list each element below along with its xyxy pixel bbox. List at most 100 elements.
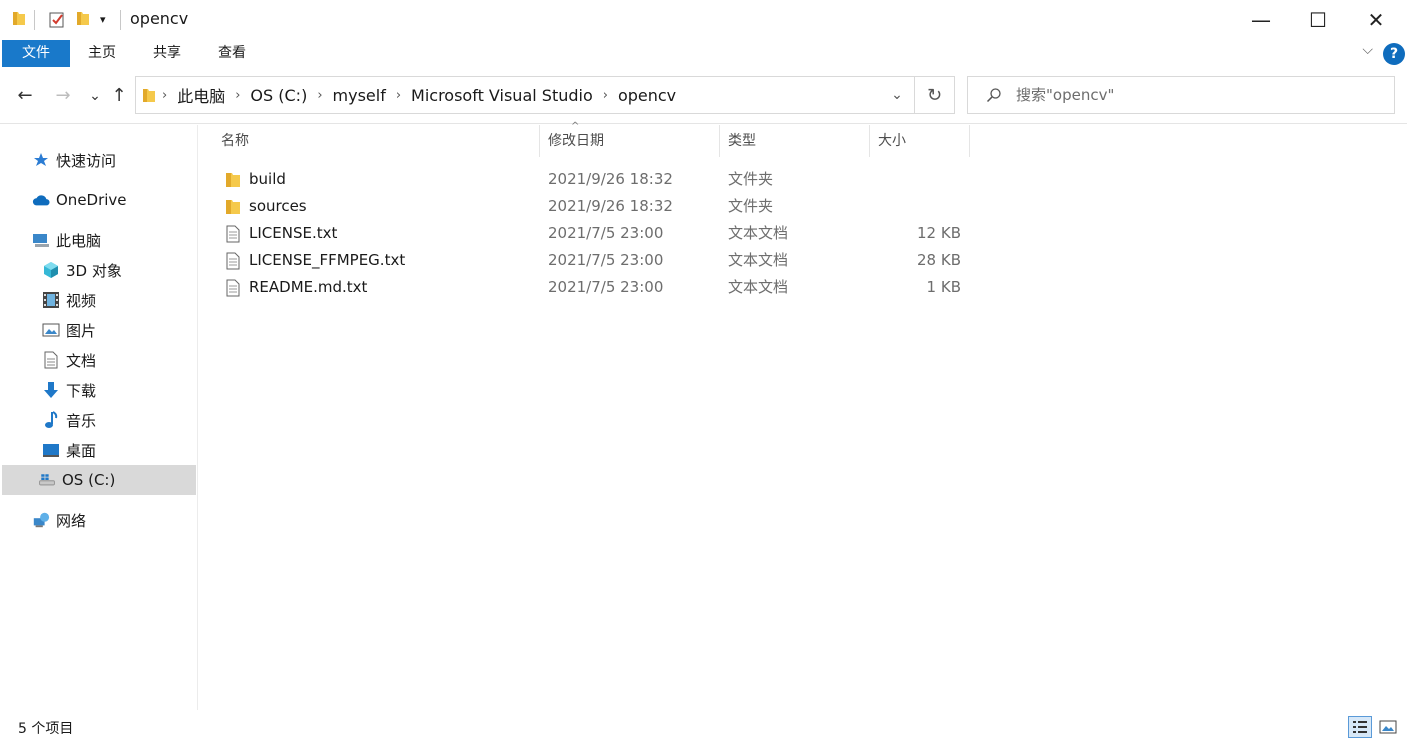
- sidebar-item-pictures[interactable]: 图片: [2, 315, 196, 345]
- ribbon-tabs: 文件 主页 共享 查看 ⌵ ?: [0, 40, 1407, 68]
- file-size: 1 KB: [926, 278, 961, 296]
- computer-icon: [32, 231, 50, 249]
- file-type: 文件夹: [728, 170, 774, 188]
- file-date: 2021/7/5 23:00: [548, 251, 664, 269]
- file-row[interactable]: build 2021/9/26 18:32 文件夹: [219, 166, 989, 193]
- cloud-icon: [32, 191, 50, 209]
- document-icon: [42, 351, 60, 369]
- minimize-button[interactable]: —: [1238, 0, 1284, 40]
- sidebar-item-music[interactable]: 音乐: [2, 405, 196, 435]
- details-view-button[interactable]: [1348, 716, 1372, 738]
- drive-icon: [38, 471, 56, 489]
- film-icon: [42, 291, 60, 309]
- sidebar-item-label: 快速访问: [56, 151, 117, 170]
- breadcrumb-separator[interactable]: ›: [311, 88, 328, 103]
- title-bar: ▾ opencv — ☐ ✕: [0, 0, 1407, 40]
- sidebar-item-3d-objects[interactable]: 3D 对象: [2, 255, 196, 285]
- help-button[interactable]: ?: [1383, 43, 1405, 65]
- breadcrumb-separator[interactable]: ›: [156, 88, 173, 103]
- breadcrumb-separator[interactable]: ›: [229, 88, 246, 103]
- music-icon: [42, 411, 60, 429]
- sidebar-item-label: 图片: [66, 321, 97, 340]
- quick-access-dropdown-icon[interactable]: ▾: [100, 13, 106, 31]
- status-bar: 5 个项目: [0, 710, 1407, 742]
- large-icons-view-button[interactable]: [1376, 716, 1400, 738]
- file-size: [879, 193, 961, 220]
- column-header-type[interactable]: 类型: [720, 125, 870, 157]
- sidebar-item-label: 3D 对象: [66, 261, 122, 280]
- ribbon-expand-icon[interactable]: ⌵: [1362, 42, 1373, 58]
- sidebar-item-desktop[interactable]: 桌面: [2, 435, 196, 465]
- file-type: 文本文档: [728, 224, 789, 242]
- tab-home[interactable]: 主页: [72, 40, 132, 67]
- sidebar-item-this-pc[interactable]: 此电脑: [2, 225, 196, 255]
- sidebar-item-label: 此电脑: [56, 231, 102, 250]
- file-type: 文本文档: [728, 251, 789, 269]
- refresh-button[interactable]: ↻: [915, 76, 955, 114]
- breadcrumb-separator[interactable]: ›: [597, 88, 614, 103]
- column-header-size[interactable]: 大小: [870, 125, 970, 157]
- search-icon: [986, 88, 1001, 103]
- file-date: 2021/9/26 18:32: [548, 170, 673, 188]
- search-input[interactable]: [1016, 86, 1376, 104]
- text-file-icon: [226, 279, 240, 297]
- file-date: 2021/7/5 23:00: [548, 278, 664, 296]
- breadcrumb-this-pc[interactable]: 此电脑: [173, 83, 229, 107]
- file-name[interactable]: LICENSE_FFMPEG.txt: [249, 247, 405, 274]
- address-bar[interactable]: › 此电脑 › OS (C:) › myself › Microsoft Vis…: [135, 76, 915, 114]
- close-button[interactable]: ✕: [1353, 0, 1399, 40]
- folder-icon: [13, 12, 25, 25]
- recent-locations-button[interactable]: ⌄: [84, 84, 106, 108]
- sidebar-item-onedrive[interactable]: OneDrive: [2, 185, 196, 215]
- file-name[interactable]: LICENSE.txt: [249, 220, 337, 247]
- file-date: 2021/9/26 18:32: [548, 197, 673, 215]
- file-type: 文本文档: [728, 278, 789, 296]
- breadcrumb-os-drive[interactable]: OS (C:): [246, 86, 311, 105]
- large-icons-view-icon: [1379, 720, 1397, 734]
- cube-icon: [42, 261, 60, 279]
- sidebar-item-label: 桌面: [66, 441, 97, 460]
- breadcrumb-opencv[interactable]: opencv: [614, 86, 680, 105]
- column-header-date[interactable]: 修改日期: [540, 125, 720, 157]
- column-header-name[interactable]: 名称: [213, 125, 540, 157]
- breadcrumb-visual-studio[interactable]: Microsoft Visual Studio: [407, 86, 597, 105]
- new-folder-icon[interactable]: [76, 10, 90, 26]
- navigation-bar: ← → ⌄ ↑ › 此电脑 › OS (C:) › myself › Micro…: [0, 68, 1407, 124]
- file-row[interactable]: LICENSE_FFMPEG.txt 2021/7/5 23:00 文本文档 2…: [219, 247, 989, 274]
- file-size: 12 KB: [917, 224, 961, 242]
- text-file-icon: [226, 252, 240, 270]
- back-button[interactable]: ←: [14, 84, 36, 108]
- breadcrumb-myself[interactable]: myself: [329, 86, 390, 105]
- sidebar-item-downloads[interactable]: 下载: [2, 375, 196, 405]
- text-file-icon: [226, 225, 240, 243]
- sidebar-item-network[interactable]: 网络: [2, 505, 196, 535]
- search-box[interactable]: [967, 76, 1395, 114]
- sidebar-item-os-drive[interactable]: OS (C:): [2, 465, 196, 495]
- maximize-button[interactable]: ☐: [1295, 0, 1341, 40]
- folder-icon: [226, 200, 240, 214]
- file-row[interactable]: LICENSE.txt 2021/7/5 23:00 文本文档 12 KB: [219, 220, 989, 247]
- tab-share[interactable]: 共享: [137, 40, 197, 67]
- file-name[interactable]: sources: [249, 193, 307, 220]
- file-name[interactable]: README.md.txt: [249, 274, 367, 301]
- folder-icon: [226, 173, 240, 187]
- forward-button[interactable]: →: [52, 84, 74, 108]
- sidebar-item-quick-access[interactable]: 快速访问: [2, 145, 196, 175]
- properties-icon[interactable]: [48, 10, 66, 28]
- window-title: opencv: [130, 9, 189, 28]
- sidebar-item-documents[interactable]: 文档: [2, 345, 196, 375]
- up-button[interactable]: ↑: [108, 84, 130, 108]
- breadcrumb-separator[interactable]: ›: [390, 88, 407, 103]
- sidebar-item-label: 网络: [56, 511, 87, 530]
- file-row[interactable]: sources 2021/9/26 18:32 文件夹: [219, 193, 989, 220]
- address-history-dropdown[interactable]: ⌄: [880, 76, 914, 114]
- sidebar-item-label: 音乐: [66, 411, 97, 430]
- picture-icon: [42, 321, 60, 339]
- tab-view[interactable]: 查看: [202, 40, 262, 67]
- file-name[interactable]: build: [249, 166, 286, 193]
- sidebar-item-videos[interactable]: 视频: [2, 285, 196, 315]
- title-separator: [120, 10, 121, 30]
- tab-file[interactable]: 文件: [2, 40, 70, 67]
- file-row[interactable]: README.md.txt 2021/7/5 23:00 文本文档 1 KB: [219, 274, 989, 301]
- title-separator: [34, 10, 35, 30]
